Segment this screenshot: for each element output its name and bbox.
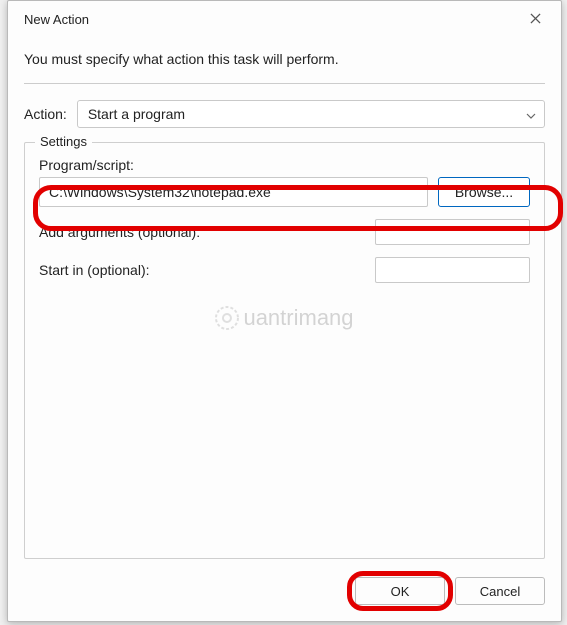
ok-button[interactable]: OK <box>355 577 445 605</box>
window-title: New Action <box>24 12 89 27</box>
chevron-down-icon <box>526 106 536 122</box>
close-icon <box>530 11 541 27</box>
settings-legend: Settings <box>35 134 92 149</box>
instruction-text: You must specify what action this task w… <box>24 51 545 77</box>
titlebar: New Action <box>8 1 561 37</box>
arguments-label: Add arguments (optional): <box>39 224 200 240</box>
new-action-dialog: New Action You must specify what action … <box>7 0 562 622</box>
startin-input[interactable] <box>375 257 530 283</box>
program-row: Program/script: Browse... <box>39 157 530 207</box>
startin-label: Start in (optional): <box>39 262 150 278</box>
action-label: Action: <box>24 106 67 122</box>
cancel-button[interactable]: Cancel <box>455 577 545 605</box>
close-button[interactable] <box>521 5 549 33</box>
action-select[interactable]: Start a program <box>77 100 545 128</box>
divider <box>24 83 545 84</box>
action-selected-value: Start a program <box>88 106 185 122</box>
program-label: Program/script: <box>39 157 530 173</box>
action-row: Action: Start a program <box>24 100 545 128</box>
dialog-footer: OK Cancel <box>8 567 561 621</box>
arguments-input[interactable] <box>375 219 530 245</box>
dialog-content: You must specify what action this task w… <box>8 37 561 567</box>
settings-fieldset: Settings Program/script: Browse... Add a… <box>24 142 545 559</box>
startin-row: Start in (optional): <box>39 257 530 283</box>
arguments-row: Add arguments (optional): <box>39 219 530 245</box>
browse-button[interactable]: Browse... <box>438 177 530 207</box>
program-script-input[interactable] <box>39 177 428 207</box>
